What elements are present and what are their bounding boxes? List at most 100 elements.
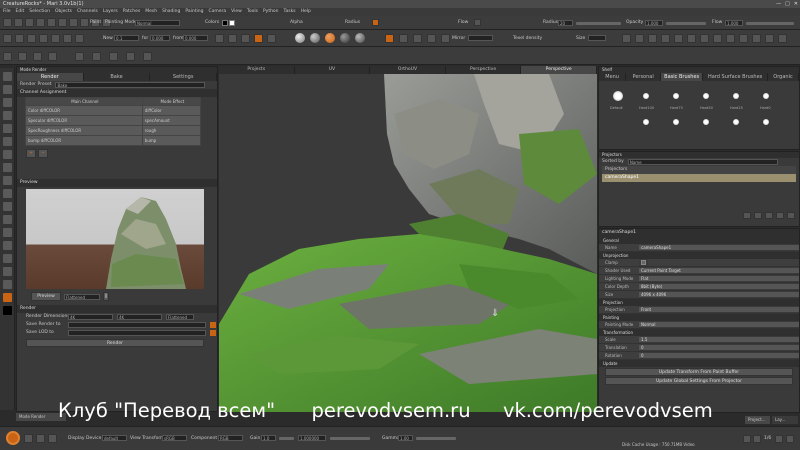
color-management-icon[interactable] xyxy=(6,431,20,445)
tab-hard-surface-brushes[interactable]: Hard Surface Brushes xyxy=(703,73,768,81)
remove-channel-button[interactable]: − xyxy=(38,149,48,158)
gain-slider[interactable] xyxy=(279,437,294,440)
stamp-tool-icon[interactable] xyxy=(2,241,12,250)
main-channel-cell[interactable]: bump diffCOLOR xyxy=(25,135,143,146)
radius-slider[interactable] xyxy=(576,22,621,25)
tab-uv[interactable]: UV xyxy=(295,66,371,74)
menu-shading[interactable]: Shading xyxy=(162,8,180,16)
brush-tool-2-icon[interactable] xyxy=(635,34,644,43)
brush-tool-12-icon[interactable] xyxy=(765,34,774,43)
project-icon[interactable] xyxy=(776,212,784,219)
update-global-settings-button[interactable]: Update Global Settings From Projector xyxy=(605,377,793,385)
blur-tool-icon[interactable] xyxy=(2,137,12,146)
gain-fine-slider[interactable] xyxy=(330,437,370,440)
brush-tool-6-icon[interactable] xyxy=(687,34,696,43)
magnify-tool-icon[interactable] xyxy=(2,111,12,120)
flow-slider[interactable] xyxy=(746,22,794,25)
flow-input[interactable]: 1.000 xyxy=(725,20,743,26)
projector-item-selected[interactable]: cameraShape1 xyxy=(602,174,796,182)
menu-painting[interactable]: Painting xyxy=(185,8,203,16)
select-tool-icon[interactable] xyxy=(2,72,12,81)
mode-effect-cell[interactable]: diffColor xyxy=(141,105,202,116)
painting-mode-select-prop[interactable]: Normal xyxy=(639,322,799,327)
object-icon[interactable] xyxy=(3,34,12,43)
move-arrows-icon[interactable] xyxy=(75,52,84,61)
brush-tool-13-icon[interactable] xyxy=(778,34,787,43)
brush-hard25-icon[interactable] xyxy=(733,93,739,99)
menu-tasks[interactable]: Tasks xyxy=(284,8,296,16)
bake-icon[interactable] xyxy=(33,52,42,61)
rotate-icon[interactable] xyxy=(241,34,250,43)
gain-select[interactable]: 1.0 xyxy=(261,435,276,441)
save-lod-path-input[interactable] xyxy=(68,330,206,336)
gain-input[interactable]: 1.000000 xyxy=(298,435,326,441)
3d-viewport[interactable]: Projects UV OrthoUV Perspective Perspect… xyxy=(219,66,597,412)
status-icon-1[interactable] xyxy=(743,435,751,443)
opacity-input[interactable]: 1.000 xyxy=(645,20,663,26)
brush-tool-7-icon[interactable] xyxy=(700,34,709,43)
unprojection-section[interactable]: Unprojection xyxy=(599,252,799,259)
scale-input[interactable]: 1.5 xyxy=(639,337,799,342)
name-input[interactable]: cameraShape1 xyxy=(639,245,799,250)
current-shader-icon[interactable] xyxy=(325,33,335,43)
brush-soft100-icon[interactable] xyxy=(643,119,649,125)
status-icon-4[interactable] xyxy=(786,435,794,443)
background-color-swatch[interactable] xyxy=(229,20,235,26)
menu-camera[interactable]: Camera xyxy=(208,8,226,16)
paint-through-icon[interactable] xyxy=(254,34,263,43)
lighting-mode-select[interactable]: Flat xyxy=(639,276,799,281)
painting-section[interactable]: Painting xyxy=(599,314,799,321)
brush-soft50-icon[interactable] xyxy=(703,119,709,125)
paste-icon[interactable] xyxy=(80,18,89,27)
view-transform-select[interactable]: sRGB xyxy=(162,435,187,441)
mode-effect-cell[interactable]: rough xyxy=(141,125,202,136)
sphere-icon[interactable] xyxy=(51,34,60,43)
preview-mode-select[interactable]: Flattened xyxy=(64,293,100,300)
snapshot-tool-icon[interactable] xyxy=(2,267,12,276)
menu-edit[interactable]: Edit xyxy=(16,8,25,16)
display-device-select[interactable]: default xyxy=(102,435,127,441)
undo-icon[interactable] xyxy=(36,18,45,27)
grid-icon[interactable] xyxy=(63,34,72,43)
table-row[interactable]: SpecRoughness diffCOLOR rough xyxy=(25,125,202,136)
main-channel-cell[interactable]: Color diffCOLOR xyxy=(25,105,143,116)
status-icon-2[interactable] xyxy=(753,435,761,443)
fill-tool-icon[interactable] xyxy=(2,202,12,211)
new-projector-icon[interactable] xyxy=(743,212,751,219)
rotate-arrows-icon[interactable] xyxy=(126,52,135,61)
projection-select[interactable]: Front xyxy=(639,307,799,312)
add-channel-button[interactable]: + xyxy=(26,149,36,158)
tab-basic-brushes[interactable]: Basic Brushes xyxy=(661,73,704,81)
background-swatch-icon[interactable] xyxy=(2,306,12,315)
color-depth-select[interactable]: 8bit (Byte) xyxy=(639,284,799,289)
sorted-by-select[interactable]: Name xyxy=(627,159,778,165)
brush-tool-8-icon[interactable] xyxy=(713,34,722,43)
brush-tool-1-icon[interactable] xyxy=(622,34,631,43)
render-button[interactable]: Render xyxy=(26,339,204,347)
lut-icon[interactable] xyxy=(24,434,33,443)
brush-tool-3-icon[interactable] xyxy=(648,34,657,43)
brush-soft0-icon[interactable] xyxy=(763,119,769,125)
render-preset-select[interactable]: Bake xyxy=(55,82,206,88)
mode-effect-cell[interactable]: specAmount xyxy=(141,115,202,126)
pause-icon[interactable]: ‖ xyxy=(103,292,109,301)
open-icon[interactable] xyxy=(14,18,23,27)
update-transform-button[interactable]: Update Transform From Paint Buffer xyxy=(605,368,793,376)
radius-input[interactable]: 20 xyxy=(558,20,573,26)
lock-icon[interactable] xyxy=(48,52,57,61)
menu-mesh[interactable]: Mesh xyxy=(145,8,157,16)
brush-tool-4-icon[interactable] xyxy=(661,34,670,43)
copy-icon[interactable] xyxy=(69,18,78,27)
up-arrow-icon[interactable] xyxy=(109,52,118,61)
folder-icon[interactable] xyxy=(210,322,216,328)
main-channel-cell[interactable]: Specular diffCOLOR xyxy=(25,115,143,126)
tab-projects[interactable]: Projects xyxy=(219,66,295,74)
foreground-swatch-icon[interactable] xyxy=(2,293,12,302)
brush-hard0-icon[interactable] xyxy=(763,93,769,99)
menu-layers[interactable]: Layers xyxy=(103,8,118,16)
menu-channels[interactable]: Channels xyxy=(77,8,98,16)
save-render-path-input[interactable] xyxy=(68,322,206,328)
brush-default-icon[interactable] xyxy=(613,91,623,101)
new-icon[interactable] xyxy=(3,18,12,27)
shaded-sphere-icon[interactable] xyxy=(295,33,305,43)
